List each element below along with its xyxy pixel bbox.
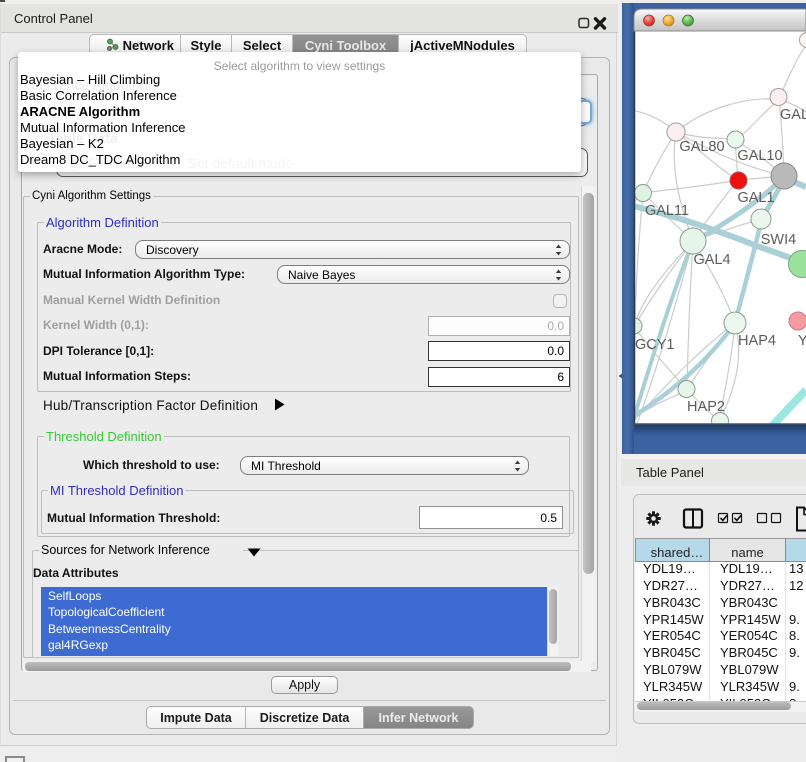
svg-text:GAL7: GAL7 (780, 107, 806, 123)
svg-text:HAP4: HAP4 (738, 333, 776, 349)
svg-text:GAL1: GAL1 (737, 190, 774, 206)
svg-text:Y: Y (798, 333, 806, 349)
svg-text:SWI4: SWI4 (761, 232, 796, 248)
svg-text:GAL80: GAL80 (679, 139, 724, 155)
svg-text:GAL10: GAL10 (737, 148, 782, 164)
svg-text:HAP2: HAP2 (687, 399, 725, 415)
svg-text:GAL4: GAL4 (693, 252, 730, 268)
svg-text:GCY1: GCY1 (635, 337, 675, 353)
svg-text:GAL11: GAL11 (645, 203, 689, 219)
